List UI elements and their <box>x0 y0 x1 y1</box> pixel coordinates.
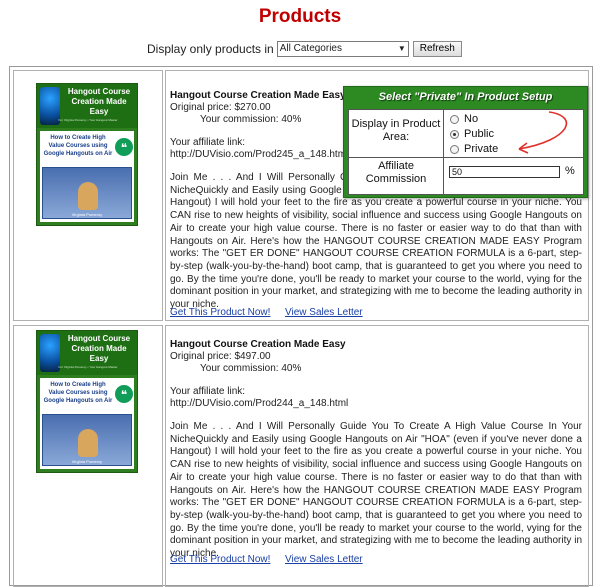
thumbnail-how-to: How to Create High Value Courses using G… <box>43 135 113 157</box>
affiliate-link-label: Your affiliate link: <box>170 137 246 148</box>
product-title: Hangout Course Creation Made Easy <box>170 339 346 350</box>
radio-no[interactable] <box>450 114 459 124</box>
callout-title: Select "Private" In Product Setup <box>378 91 553 103</box>
radio-option-public[interactable]: Public <box>450 127 494 141</box>
commission-rate: Your commission: 40% <box>200 363 302 374</box>
percent-unit: % <box>565 165 575 177</box>
thumbnail-panel: How to Create High Value Courses using G… <box>40 378 134 469</box>
product-thumbnail[interactable]: Hangout Course Creation Made Easy For Vi… <box>36 83 138 226</box>
radio-public[interactable] <box>450 129 459 139</box>
category-select[interactable]: All Categories ▼ <box>276 41 409 57</box>
filter-label: Display only products in <box>147 42 274 56</box>
product-thumbnail[interactable]: Hangout Course Creation Made Easy For Vi… <box>36 330 138 473</box>
get-product-link[interactable]: Get This Product Now! <box>170 554 270 565</box>
chevron-down-icon: ▼ <box>397 44 406 53</box>
red-arrow-icon <box>518 111 568 154</box>
hangouts-icon: ❝ <box>115 138 133 156</box>
form-divider-vertical <box>443 110 444 194</box>
thumbnail-subtitle: For Virginia Pomeroy • Your Hangout Mast… <box>58 118 118 122</box>
affiliate-link-label: Your affiliate link: <box>170 386 246 397</box>
presenter-photo <box>78 429 98 457</box>
thumbnail-title: Hangout Course Creation Made Easy <box>67 87 131 116</box>
thumbnail-subtitle: For Virginia Pomeroy • Your Hangout Mast… <box>58 365 118 369</box>
category-select-value: All Categories <box>279 43 342 54</box>
affiliate-link-url[interactable]: http://DUVisio.com/Prod245_a_148.html <box>170 149 348 160</box>
presenter-photo <box>78 182 98 210</box>
thumbnail-caption: Virginia Pomeroy <box>71 212 103 217</box>
product-title: Hangout Course Creation Made Easy <box>170 90 346 101</box>
view-sales-letter-link[interactable]: View Sales Letter <box>285 307 363 318</box>
commission-rate: Your commission: 40% <box>200 114 302 125</box>
thumbnail-how-to: How to Create High Value Courses using G… <box>43 382 113 404</box>
product-image-cell: Hangout Course Creation Made Easy For Vi… <box>13 325 163 587</box>
hangouts-icon: ❝ <box>115 385 133 403</box>
thumbnail-panel: How to Create High Value Courses using G… <box>40 131 134 222</box>
affiliate-commission-label: Affiliate Commission <box>365 160 427 185</box>
original-price: Original price: $497.00 <box>170 351 271 362</box>
original-price: Original price: $270.00 <box>170 102 271 113</box>
radio-private[interactable] <box>450 144 459 154</box>
view-sales-letter-link[interactable]: View Sales Letter <box>285 554 363 565</box>
radio-no-label: No <box>464 113 479 125</box>
refresh-button[interactable]: Refresh <box>412 41 462 57</box>
thumbnail-title: Hangout Course Creation Made Easy <box>67 334 131 363</box>
commission-input[interactable]: 50 <box>449 166 560 178</box>
display-area-label: Display in Product Area: <box>351 118 441 143</box>
product-setup-form: Display in Product Area: No Public Priva… <box>348 109 584 195</box>
category-filter: Display only products in All Categories … <box>147 40 462 58</box>
product-info-cell: Hangout Course Creation Made Easy Origin… <box>165 325 589 587</box>
thumbnail-caption: Virginia Pomeroy <box>71 459 103 464</box>
thumbnail-screen: Virginia Pomeroy <box>42 167 132 219</box>
thumbnail-screen: Virginia Pomeroy <box>42 414 132 466</box>
product-row: Hangout Course Creation Made Easy For Vi… <box>13 325 589 587</box>
product-image-cell: Hangout Course Creation Made Easy For Vi… <box>13 70 163 321</box>
form-divider-horizontal <box>349 157 583 158</box>
radio-option-no[interactable]: No <box>450 112 478 126</box>
product-description: Join Me . . . And I Will Personally Guid… <box>170 421 582 560</box>
page-title: Products <box>258 6 342 27</box>
get-product-link[interactable]: Get This Product Now! <box>170 307 270 318</box>
affiliate-link-url[interactable]: http://DUVisio.com/Prod244_a_148.html <box>170 398 348 409</box>
product-setup-callout: Select "Private" In Product Setup Displa… <box>343 86 588 198</box>
